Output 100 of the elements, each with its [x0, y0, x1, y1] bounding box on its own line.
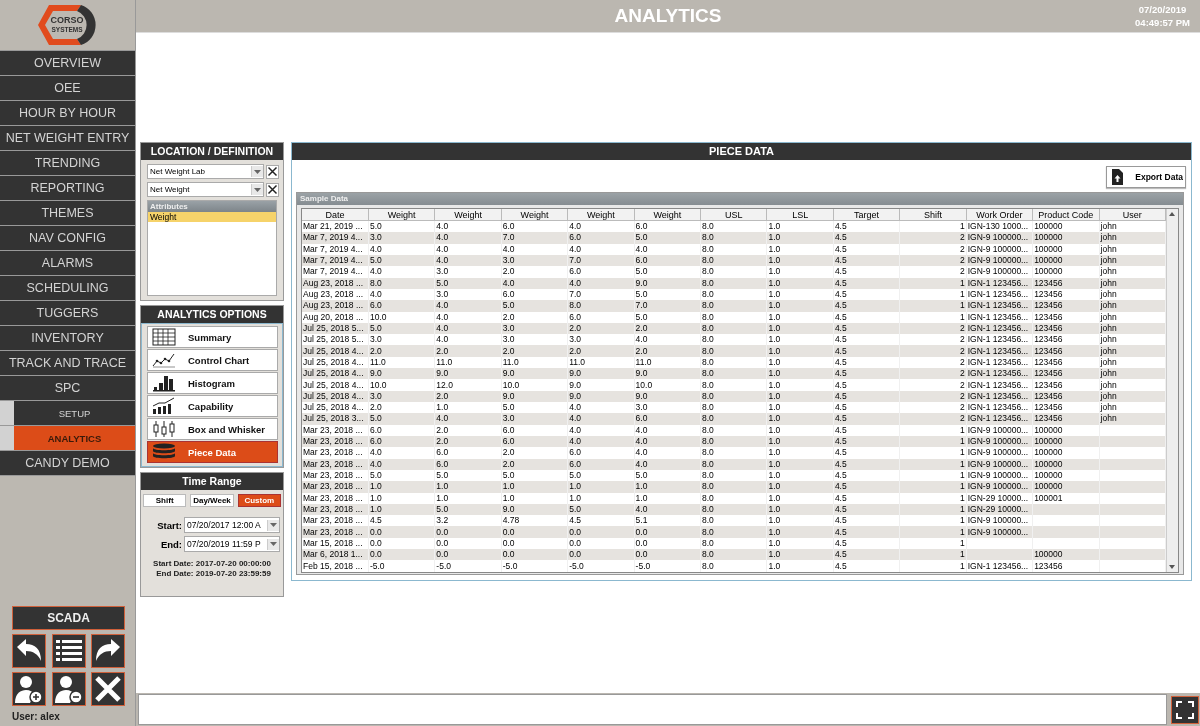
nav-item[interactable]: CANDY DEMO: [0, 451, 135, 475]
table-cell: 5.0: [368, 254, 435, 267]
table-cell: 6.0: [501, 424, 568, 436]
nav-item[interactable]: TRENDING: [0, 151, 135, 175]
field-label: End:: [159, 538, 182, 550]
nav-item[interactable]: THEMES: [0, 201, 135, 225]
column-header[interactable]: User: [1099, 209, 1166, 221]
table-cell: 2: [899, 322, 967, 335]
table-cell: 4.5: [833, 447, 900, 459]
nav-item[interactable]: TUGGERS: [0, 301, 135, 325]
add-user-button[interactable]: [12, 672, 46, 706]
table-cell: 4.5: [833, 435, 900, 448]
scrollbar[interactable]: [1166, 209, 1178, 572]
table-cell: 5.0: [368, 322, 435, 335]
table-cell: 3.0: [501, 413, 568, 425]
nav-item[interactable]: ALARMS: [0, 251, 135, 275]
table-cell: 1: [899, 300, 967, 312]
table-cell: 4.0: [567, 277, 635, 289]
table-cell: 1.0: [634, 481, 701, 493]
dropdown[interactable]: Net Weight: [147, 182, 264, 197]
export-button[interactable]: Export Data: [1106, 166, 1186, 188]
table-cell: 4.0: [434, 243, 502, 255]
table-cell: 2: [899, 232, 967, 244]
table-cell: Jul 25, 2018 4...: [302, 390, 369, 402]
table-cell: 10.0: [501, 379, 568, 391]
clear-button[interactable]: [266, 182, 279, 197]
table-cell: 9.0: [501, 368, 568, 380]
column-header[interactable]: Weight: [501, 209, 568, 221]
nav-item[interactable]: ANALYTICS: [0, 426, 135, 450]
option-button[interactable]: Piece Data: [147, 441, 278, 463]
table-cell: 2: [899, 254, 967, 267]
nav-item[interactable]: REPORTING: [0, 176, 135, 200]
table-cell: 2.0: [634, 322, 701, 335]
column-header[interactable]: Work Order: [966, 209, 1033, 221]
table-cell: 1.0: [766, 232, 834, 244]
table-cell: 4.0: [434, 311, 502, 323]
table-cell: 1.0: [766, 311, 834, 323]
table-cell: 1: [899, 560, 967, 572]
option-button[interactable]: Summary: [147, 326, 278, 348]
range-tab[interactable]: Shift: [143, 494, 187, 507]
dropdown[interactable]: Net Weight Lab: [147, 164, 264, 179]
panel-title: ANALYTICS OPTIONS: [141, 306, 283, 323]
nav-item[interactable]: TRACK AND TRACE: [0, 351, 135, 375]
table-cell: 4.0: [634, 503, 701, 516]
nav-item[interactable]: OEE: [0, 76, 135, 100]
range-tab[interactable]: Custom: [237, 494, 281, 507]
table-cell: 1.0: [766, 368, 834, 380]
date-field[interactable]: 07/20/2019 11:59 P: [184, 536, 280, 552]
date-field[interactable]: 07/20/2017 12:00 A: [184, 517, 280, 533]
table-cell: 9.0: [501, 503, 568, 516]
table-cell: 123456: [1032, 379, 1100, 391]
nav-item[interactable]: INVENTORY: [0, 326, 135, 350]
column-header[interactable]: Weight: [368, 209, 435, 221]
table-cell: 10.0: [368, 379, 435, 391]
table-cell: 100000: [1032, 481, 1100, 493]
close-button[interactable]: [91, 672, 125, 706]
table-cell: 2.0: [434, 345, 502, 357]
table-cell: john: [1099, 254, 1166, 267]
scada-button[interactable]: SCADA: [12, 606, 125, 630]
nav-item[interactable]: SETUP: [0, 401, 135, 425]
table-cell: 7.0: [567, 254, 635, 267]
option-button[interactable]: Histogram: [147, 372, 278, 394]
column-header[interactable]: Weight: [634, 209, 701, 221]
menu-button[interactable]: [51, 634, 86, 668]
nav-item[interactable]: NAV CONFIG: [0, 226, 135, 250]
option-button[interactable]: Control Chart: [147, 349, 278, 371]
table-cell: 6.0: [368, 424, 435, 436]
nav-item[interactable]: HOUR BY HOUR: [0, 101, 135, 125]
column-header[interactable]: Product Code: [1032, 209, 1100, 221]
column-header[interactable]: Weight: [567, 209, 635, 221]
option-button[interactable]: Capability: [147, 395, 278, 417]
nav-item[interactable]: OVERVIEW: [0, 51, 135, 75]
nav-item[interactable]: SPC: [0, 376, 135, 400]
forward-button[interactable]: [91, 634, 125, 668]
input-field[interactable]: [138, 694, 1167, 725]
range-tab[interactable]: Day/Week: [190, 494, 234, 507]
table-cell: john: [1099, 266, 1166, 278]
remove-user-button[interactable]: [51, 672, 86, 706]
table-cell: 8.0: [567, 300, 635, 312]
column-header[interactable]: Target: [833, 209, 900, 221]
nav-item[interactable]: SCHEDULING: [0, 276, 135, 300]
list-item[interactable]: Weight: [148, 212, 276, 222]
column-header[interactable]: Weight: [434, 209, 502, 221]
column-header[interactable]: USL: [700, 209, 767, 221]
clear-button[interactable]: [266, 164, 279, 179]
column-header[interactable]: LSL: [766, 209, 834, 221]
table-cell: 100000: [1032, 266, 1100, 278]
table-cell: 123456: [1032, 277, 1100, 289]
back-button[interactable]: [12, 634, 46, 668]
table-cell: 9.0: [567, 390, 635, 402]
nav-item[interactable]: NET WEIGHT ENTRY: [0, 126, 135, 150]
option-button[interactable]: Box and Whisker: [147, 418, 278, 440]
fullscreen-icon: [1176, 700, 1194, 719]
list-header: Attributes: [148, 201, 276, 212]
table-cell: 4.5: [833, 458, 900, 470]
table-cell: 2.0: [434, 435, 502, 448]
fullscreen-button[interactable]: [1171, 695, 1199, 724]
column-header[interactable]: Shift: [899, 209, 967, 221]
table-cell: 6.0: [634, 254, 701, 267]
column-header[interactable]: Date: [302, 209, 369, 221]
